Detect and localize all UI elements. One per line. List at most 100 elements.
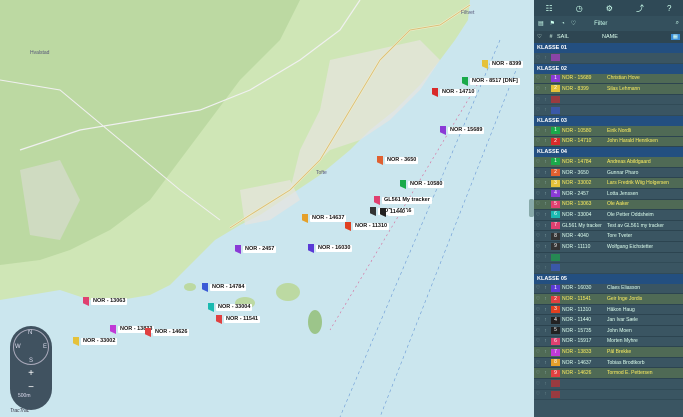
boat-marker[interactable]: NOR - 14626 — [145, 328, 190, 337]
favorite-icon[interactable]: ♡ — [534, 138, 542, 144]
competitor-row[interactable]: ♡ ↑ — [534, 53, 683, 64]
list-view-icon[interactable]: ▦ — [670, 34, 680, 40]
competitor-row[interactable]: ♡ ↑ 8 NOR - 14637 Tobias Brodtkorb — [534, 358, 683, 369]
boat-marker[interactable]: NOR - 8517 [DNF] — [462, 77, 520, 86]
favorite-icon[interactable]: ♡ — [534, 244, 542, 250]
boat-marker[interactable]: NOR - 33002 — [73, 337, 118, 346]
competitor-row[interactable]: ♡ ↑ 7 NOR - 13833 Pål Brekke — [534, 347, 683, 358]
help-icon[interactable]: ? — [667, 4, 671, 13]
favorite-icon[interactable]: ♡ — [534, 233, 542, 239]
favorite-icon[interactable]: ♡ — [534, 391, 542, 397]
competitor-row[interactable]: ♡ ↑ — [534, 105, 683, 116]
competitor-row[interactable]: ♡ ↑ 1 NOR - 14784 Andreas Abildgaard — [534, 157, 683, 168]
boat-marker[interactable]: NOR - 2457 — [235, 245, 277, 254]
favorite-icon[interactable]: ♡ — [534, 254, 542, 260]
boat-marker[interactable]: NOR - 11541 — [216, 315, 261, 324]
competitor-row[interactable]: ♡ ↑ 9 NOR - 11110 Wolfgang Eichstetter — [534, 242, 683, 253]
boat-marker[interactable]: NOR - 8399 — [482, 60, 524, 69]
favorite-icon[interactable]: ♡ — [534, 107, 542, 113]
favorite-icon[interactable]: ♡ — [534, 97, 542, 103]
favorite-icon[interactable]: ♡ — [534, 285, 542, 291]
competitor-row[interactable]: ♡ ↑ 4 NOR - 2457 Lotta Jenssen — [534, 189, 683, 200]
competitor-row[interactable]: ♡ ↑ 4 NOR - 11440 Jan Ivar Sæle — [534, 315, 683, 327]
boat-marker[interactable]: NOR - 14710 — [432, 88, 477, 97]
boat-marker[interactable]: NOR - 11310 — [345, 222, 390, 231]
competitor-row[interactable]: ♡ ↑ 2 NOR - 11541 Geir Inge Jordis — [534, 294, 683, 305]
favorite-icon[interactable]: ♡ — [534, 328, 542, 334]
competitor-row[interactable]: ♡ ↑ 5 NOR - 13063 Ole Aaker — [534, 199, 683, 211]
competitor-row[interactable]: ♡ ↑ 6 NOR - 33004 Ole Petter Oddsheim — [534, 210, 683, 221]
column-name[interactable]: NAME — [602, 34, 671, 40]
boat-marker[interactable]: NOR - 14784 — [202, 283, 247, 292]
boat-marker[interactable]: NOR - 15689 — [440, 126, 485, 135]
competitor-row[interactable]: ♡ ↑ 1 NOR - 16030 Claes Eliasson — [534, 284, 683, 295]
competitor-row[interactable]: ♡ ↑ 2 NOR - 3650 Gunnar Pharo — [534, 168, 683, 179]
favorite-icon[interactable]: ♡ — [534, 75, 542, 81]
favorite-icon[interactable]: ♡ — [534, 265, 542, 271]
boat-marker[interactable]: NOR - 33004 — [208, 303, 253, 312]
class-header[interactable]: KLASSE 02 — [534, 63, 683, 74]
favorite-icon[interactable]: ♡ — [534, 381, 542, 387]
favorite-icon[interactable]: ♡ — [534, 223, 542, 229]
favorite-icon[interactable]: ♡ — [534, 180, 542, 186]
column-num[interactable]: # — [545, 34, 557, 40]
zoom-out-button[interactable]: − — [10, 382, 52, 393]
competitor-row[interactable]: ♡ ↑ 1 NOR - 15689 Christian Hove — [534, 73, 683, 85]
competitor-row[interactable]: ♡ ↑ 2 NOR - 8399 Silas Lehmann — [534, 84, 683, 95]
settings-icon[interactable]: ⚙ — [606, 4, 613, 13]
competitor-row[interactable]: ♡ ↑ 6 NOR - 15917 Morten Myhre — [534, 337, 683, 348]
competitor-row[interactable]: ♡ ↑ 3 NOR - 11310 Håkon Haug — [534, 305, 683, 316]
favorite-icon[interactable]: ♡ — [534, 86, 542, 92]
competitor-row[interactable]: ♡ ↑ 8 NOR - 4040 Tore Tveter — [534, 231, 683, 242]
favorite-icon[interactable]: ♡ — [534, 360, 542, 366]
boat-marker[interactable]: 11440 — [380, 208, 407, 217]
favorite-icon[interactable]: ♡ — [534, 212, 542, 218]
favorite-column-icon[interactable]: ♡ — [537, 34, 545, 40]
layers-icon[interactable]: ▤ — [538, 20, 544, 27]
competitor-row[interactable]: ♡ ↑ — [534, 253, 683, 264]
class-header[interactable]: KLASSE 04 — [534, 147, 683, 158]
flag-icon[interactable]: ⚑ — [550, 20, 555, 27]
clock-icon[interactable]: ◷ — [576, 4, 583, 13]
column-sail[interactable]: SAIL — [557, 34, 602, 40]
timer-icon[interactable]: ◔ — [561, 21, 565, 27]
favorite-icon[interactable]: ♡ — [534, 55, 542, 61]
boat-marker[interactable]: NOR - 14637 — [302, 214, 347, 223]
filter-label[interactable]: Filter — [594, 21, 607, 27]
competitor-row[interactable]: ♡ ↑ 9 NOR - 14626 Tormod E. Pettersen — [534, 368, 683, 380]
search-icon[interactable]: ⌕ — [676, 20, 679, 27]
class-header[interactable]: KLASSE 05 — [534, 273, 683, 284]
competitor-row[interactable]: ♡ ↑ — [534, 390, 683, 401]
favorite-icon[interactable]: ♡ — [534, 338, 542, 344]
favorite-icon[interactable]: ♡ — [534, 170, 542, 176]
competitor-row[interactable]: ♡ ↑ 7 GL561 My tracker Test av GL561 my trac… — [534, 221, 683, 232]
favorite-icon[interactable]: ♡ — [534, 201, 542, 207]
class-header[interactable]: KLASSE 03 — [534, 115, 683, 126]
favorite-icon[interactable]: ♡ — [534, 370, 542, 376]
boat-marker[interactable]: NOR - 13063 — [83, 297, 128, 306]
competitor-row[interactable]: ♡ ↑ 5 NOR - 15735 John Moen — [534, 326, 683, 337]
favorite-icon[interactable]: ♡ — [534, 307, 542, 313]
favorite-icon[interactable]: ♡ — [534, 349, 542, 355]
favorite-icon[interactable]: ♡ — [534, 159, 542, 165]
zoom-in-button[interactable]: + — [10, 368, 52, 379]
competitor-row[interactable]: ♡ ↑ 2 NOR - 14710 John Harald Henriksen — [534, 136, 683, 148]
leaderboard-icon[interactable]: ☷ — [546, 4, 553, 13]
race-map[interactable]: Hvalstad Filtvet Tofte NOR - 8399 NOR - 8… — [0, 0, 534, 417]
competitor-row[interactable]: ♡ ↑ — [534, 263, 683, 274]
favorite-icon[interactable]: ♡ — [534, 128, 542, 134]
share-icon[interactable]: ⤴ — [636, 3, 644, 14]
boat-marker[interactable]: GL561 My tracker — [374, 196, 432, 205]
boat-marker[interactable]: NOR - 10580 — [400, 180, 445, 189]
heart-icon[interactable]: ♡ — [571, 20, 576, 27]
competitor-row[interactable]: ♡ ↑ 3 NOR - 33002 Lars Fredrik Wiig Holgerse… — [534, 178, 683, 189]
favorite-icon[interactable]: ♡ — [534, 296, 542, 302]
boat-marker[interactable]: NOR - 16030 — [308, 244, 353, 253]
boat-marker[interactable]: NOR - 3650 — [377, 156, 419, 165]
competitor-row[interactable]: ♡ ↑ — [534, 379, 683, 390]
favorite-icon[interactable]: ♡ — [534, 191, 542, 197]
class-header[interactable]: KLASSE 01 — [534, 43, 683, 53]
competitor-row[interactable]: ♡ ↑ 1 NOR - 10580 Eirik Nordli — [534, 125, 683, 137]
favorite-icon[interactable]: ♡ — [534, 317, 542, 323]
competitor-row[interactable]: ♡ ↑ — [534, 95, 683, 106]
